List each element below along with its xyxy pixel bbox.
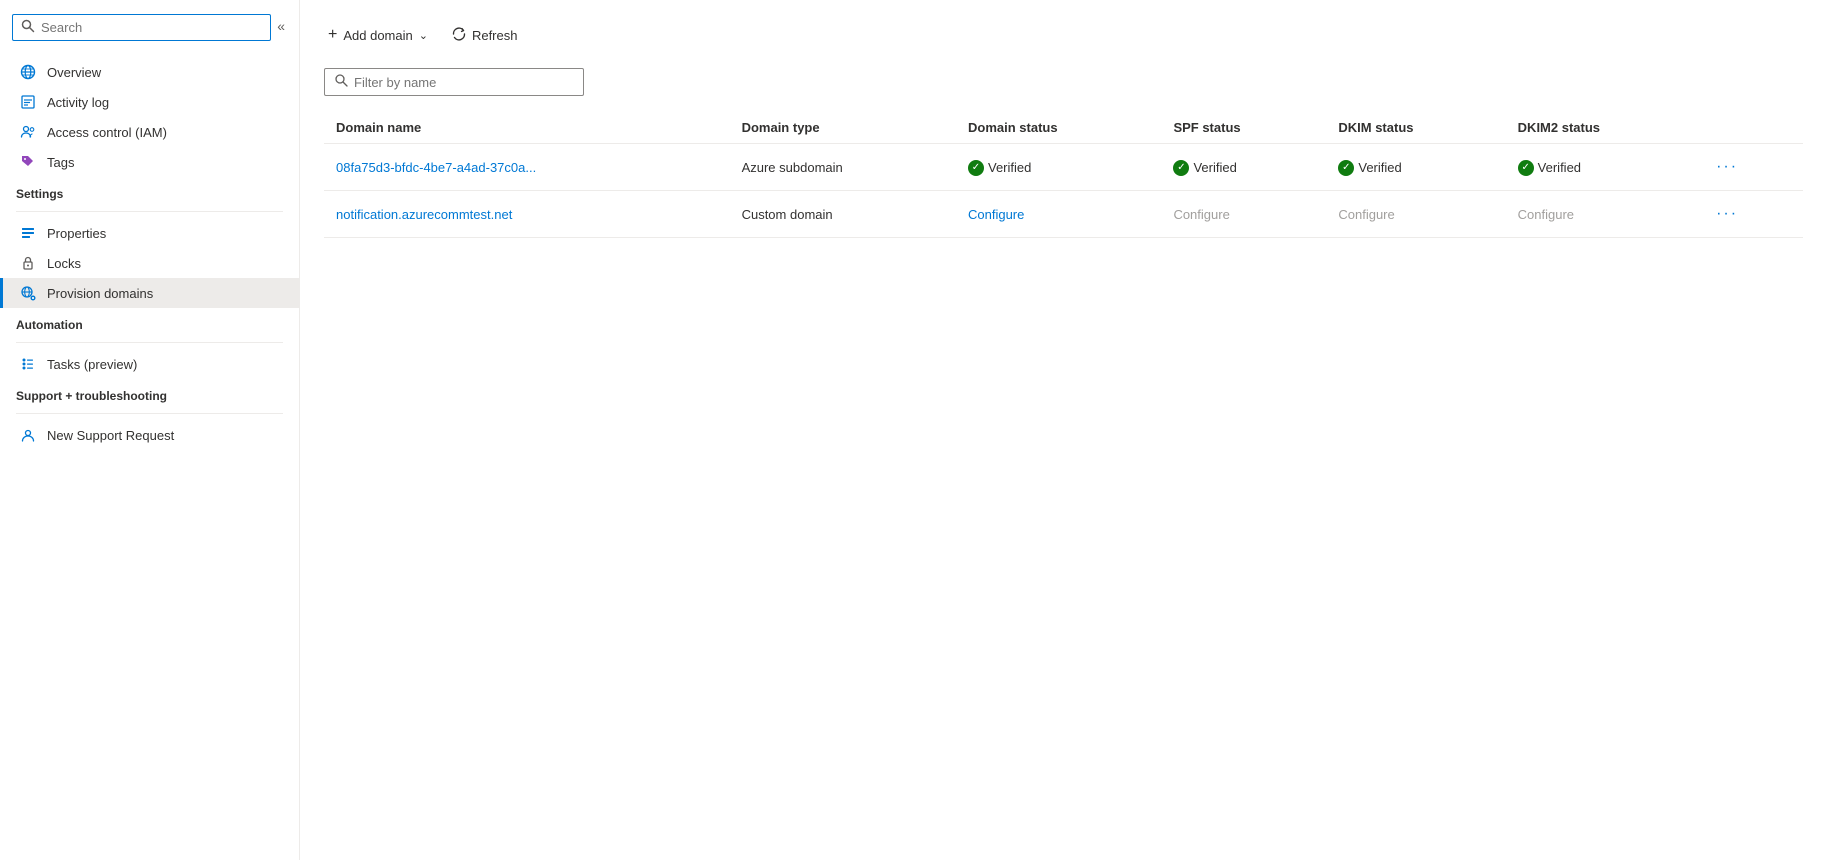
tasks-icon: [19, 355, 37, 373]
cell-spf-status: Configure: [1161, 191, 1326, 238]
sidebar-item-provision-domains[interactable]: Provision domains: [0, 278, 299, 308]
domain-status-badge: ✓ Verified: [968, 160, 1031, 176]
col-header-domain-name: Domain name: [324, 112, 730, 144]
support-icon: [19, 426, 37, 444]
support-section-header: Support + troubleshooting: [0, 379, 299, 407]
sidebar-item-overview[interactable]: Overview: [0, 57, 299, 87]
refresh-button[interactable]: Refresh: [448, 21, 522, 50]
people-icon: [19, 123, 37, 141]
refresh-label: Refresh: [472, 28, 518, 43]
cell-domain-name[interactable]: notification.azurecommtest.net: [324, 191, 730, 238]
sidebar-item-activity-log-label: Activity log: [47, 95, 109, 110]
sidebar-item-tags-label: Tags: [47, 155, 74, 170]
table-row: notification.azurecommtest.net Custom dom…: [324, 191, 1803, 238]
domain-name-link[interactable]: notification.azurecommtest.net: [336, 207, 512, 222]
dkim-verified-icon: ✓: [1338, 160, 1354, 176]
cell-dkim-status: ✓ Verified: [1326, 144, 1505, 191]
sidebar-item-locks[interactable]: Locks: [0, 248, 299, 278]
sidebar-item-tags[interactable]: Tags: [0, 147, 299, 177]
dkim2-configure-label: Configure: [1518, 207, 1574, 222]
table-row: 08fa75d3-bfdc-4be7-a4ad-37c0a... Azure su…: [324, 144, 1803, 191]
col-header-domain-status: Domain status: [956, 112, 1161, 144]
row-more-options-button[interactable]: ···: [1710, 203, 1744, 225]
domain-name-link[interactable]: 08fa75d3-bfdc-4be7-a4ad-37c0a...: [336, 160, 536, 175]
main-content: + Add domain ⌄ Refresh: [300, 0, 1827, 860]
search-input[interactable]: [41, 20, 262, 35]
cell-domain-status[interactable]: Configure: [956, 191, 1161, 238]
cell-row-actions[interactable]: ···: [1698, 191, 1803, 238]
table-header-row: Domain name Domain type Domain status SP…: [324, 112, 1803, 144]
sidebar-item-tasks[interactable]: Tasks (preview): [0, 349, 299, 379]
sidebar-item-iam[interactable]: Access control (IAM): [0, 117, 299, 147]
spf-configure-label: Configure: [1173, 207, 1229, 222]
add-domain-button[interactable]: + Add domain ⌄: [324, 20, 432, 50]
support-divider: [16, 413, 283, 414]
cell-dkim-status: Configure: [1326, 191, 1505, 238]
cell-domain-status: ✓ Verified: [956, 144, 1161, 191]
activity-icon: [19, 93, 37, 111]
sidebar-item-tasks-label: Tasks (preview): [47, 357, 137, 372]
toolbar: + Add domain ⌄ Refresh: [324, 20, 1803, 50]
cell-row-actions[interactable]: ···: [1698, 144, 1803, 191]
col-header-actions: [1698, 112, 1803, 144]
sidebar-item-overview-label: Overview: [47, 65, 101, 80]
sidebar-item-provision-domains-label: Provision domains: [47, 286, 153, 301]
automation-divider: [16, 342, 283, 343]
cell-spf-status: ✓ Verified: [1161, 144, 1326, 191]
spf-verified-icon: ✓: [1173, 160, 1189, 176]
plus-icon: +: [328, 26, 337, 44]
sidebar-item-activity-log[interactable]: Activity log: [0, 87, 299, 117]
cell-domain-type: Azure subdomain: [730, 144, 956, 191]
sidebar-item-locks-label: Locks: [47, 256, 81, 271]
col-header-domain-type: Domain type: [730, 112, 956, 144]
settings-divider: [16, 211, 283, 212]
col-header-spf-status: SPF status: [1161, 112, 1326, 144]
sidebar-item-properties[interactable]: Properties: [0, 218, 299, 248]
search-icon: [21, 19, 35, 36]
collapse-sidebar-button[interactable]: «: [271, 16, 291, 36]
row-more-options-button[interactable]: ···: [1710, 156, 1744, 178]
verified-icon: ✓: [968, 160, 984, 176]
dkim-configure-label: Configure: [1338, 207, 1394, 222]
provision-domains-icon: [19, 284, 37, 302]
sidebar-item-iam-label: Access control (IAM): [47, 125, 167, 140]
cell-dkim2-status: Configure: [1506, 191, 1698, 238]
automation-section-header: Automation: [0, 308, 299, 336]
add-domain-label: Add domain: [343, 28, 412, 43]
col-header-dkim-status: DKIM status: [1326, 112, 1505, 144]
filter-box[interactable]: [324, 68, 584, 96]
globe-icon: [19, 63, 37, 81]
chevron-down-icon: ⌄: [419, 29, 428, 42]
filter-input[interactable]: [354, 75, 573, 90]
filter-search-icon: [335, 74, 348, 90]
sidebar-top-row: «: [0, 8, 299, 53]
lock-icon: [19, 254, 37, 272]
search-box[interactable]: [12, 14, 271, 41]
tag-icon: [19, 153, 37, 171]
spf-status-badge: ✓ Verified: [1173, 160, 1236, 176]
sidebar-item-new-support-request-label: New Support Request: [47, 428, 174, 443]
dkim-status-badge: ✓ Verified: [1338, 160, 1401, 176]
domain-status-configure-link[interactable]: Configure: [968, 207, 1024, 222]
cell-domain-name[interactable]: 08fa75d3-bfdc-4be7-a4ad-37c0a...: [324, 144, 730, 191]
cell-domain-type: Custom domain: [730, 191, 956, 238]
dkim2-verified-icon: ✓: [1518, 160, 1534, 176]
sidebar: « Overview Activity log: [0, 0, 300, 860]
domain-table: Domain name Domain type Domain status SP…: [324, 112, 1803, 238]
sidebar-item-properties-label: Properties: [47, 226, 106, 241]
settings-section-header: Settings: [0, 177, 299, 205]
col-header-dkim2-status: DKIM2 status: [1506, 112, 1698, 144]
cell-dkim2-status: ✓ Verified: [1506, 144, 1698, 191]
refresh-icon: [452, 27, 466, 44]
sidebar-item-new-support-request[interactable]: New Support Request: [0, 420, 299, 450]
dkim2-status-badge: ✓ Verified: [1518, 160, 1581, 176]
properties-icon: [19, 224, 37, 242]
